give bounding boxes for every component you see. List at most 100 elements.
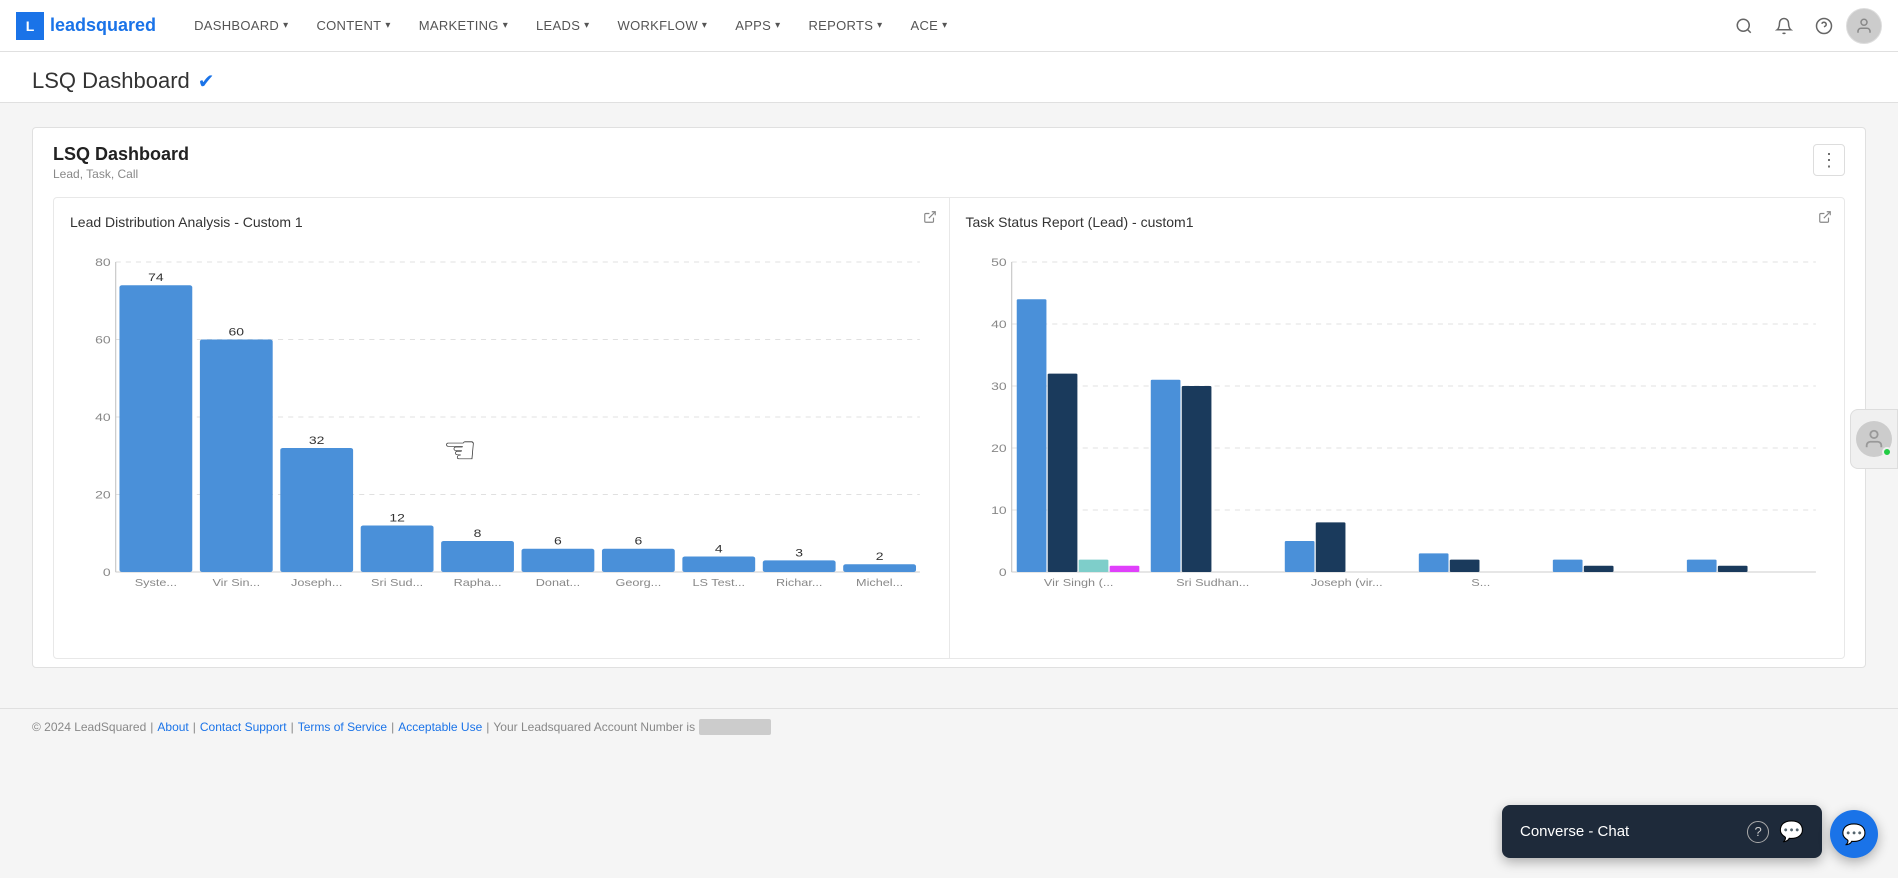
svg-text:12: 12 xyxy=(389,512,405,524)
svg-text:60: 60 xyxy=(229,326,245,338)
footer-sep3: | xyxy=(391,720,394,734)
logo-icon: L xyxy=(16,12,44,40)
side-avatar-image xyxy=(1856,421,1892,457)
svg-text:0: 0 xyxy=(998,566,1006,578)
nav-item-apps[interactable]: APPS ▾ xyxy=(721,0,794,52)
svg-text:32: 32 xyxy=(309,434,325,446)
converse-chat-label: Converse - Chat xyxy=(1520,823,1629,840)
svg-text:4: 4 xyxy=(715,543,723,555)
chevron-down-icon: ▾ xyxy=(385,20,390,31)
logo-letter: L xyxy=(26,18,35,34)
svg-text:50: 50 xyxy=(991,256,1007,268)
page-header: LSQ Dashboard ✔ xyxy=(0,52,1898,103)
dashboard-subtitle: Lead, Task, Call xyxy=(53,167,189,181)
svg-text:10: 10 xyxy=(991,504,1007,516)
chart2-panel: Task Status Report (Lead) - custom1 0 10 2… xyxy=(950,198,1845,658)
svg-text:40: 40 xyxy=(991,318,1007,330)
svg-text:Joseph (vir...: Joseph (vir... xyxy=(1310,578,1382,589)
nav-item-content[interactable]: CONTENT ▾ xyxy=(302,0,404,52)
nav-item-leads[interactable]: LEADS ▾ xyxy=(522,0,603,52)
chevron-down-icon: ▾ xyxy=(584,20,589,31)
svg-text:40: 40 xyxy=(95,411,111,423)
svg-text:Richar...: Richar... xyxy=(776,578,822,589)
footer-account-text: Your Leadsquared Account Number is xyxy=(493,720,695,734)
charts-row: Lead Distribution Analysis - Custom 1 0 2… xyxy=(53,197,1845,659)
svg-text:Vir Singh (...: Vir Singh (... xyxy=(1043,578,1112,589)
svg-text:Donat...: Donat... xyxy=(536,578,580,589)
footer-sep4: | xyxy=(486,720,489,734)
svg-text:6: 6 xyxy=(554,535,562,547)
top-navigation: L leadsquared DASHBOARD ▾CONTENT ▾MARKET… xyxy=(0,0,1898,52)
svg-text:60: 60 xyxy=(95,334,111,346)
dashboard-card: LSQ Dashboard Lead, Task, Call ⋮ Lead Di… xyxy=(32,127,1866,668)
help-button[interactable] xyxy=(1806,8,1842,44)
chart1-bar-chart: 02040608074Syste...60Vir Sin...32Joseph.… xyxy=(70,242,933,622)
nav-item-ace[interactable]: ACE ▾ xyxy=(897,0,962,52)
footer-copyright: © 2024 LeadSquared xyxy=(32,720,146,734)
topnav-icons xyxy=(1726,8,1882,44)
footer-account-number: XXXXXXXX xyxy=(699,719,771,735)
chart1-title: Lead Distribution Analysis - Custom 1 xyxy=(70,214,933,230)
dashboard-card-title: LSQ Dashboard xyxy=(53,144,189,165)
chart1-panel: Lead Distribution Analysis - Custom 1 0 2… xyxy=(54,198,950,658)
svg-text:2: 2 xyxy=(876,551,884,563)
notifications-button[interactable] xyxy=(1766,8,1802,44)
brand-name: leadsquared xyxy=(50,15,156,36)
chevron-down-icon: ▾ xyxy=(503,20,508,31)
more-options-button[interactable]: ⋮ xyxy=(1813,144,1845,176)
footer-acceptable-link[interactable]: Acceptable Use xyxy=(398,720,482,734)
svg-text:8: 8 xyxy=(474,527,482,539)
main-content: LSQ Dashboard Lead, Task, Call ⋮ Lead Di… xyxy=(0,103,1898,708)
svg-text:Georg...: Georg... xyxy=(615,578,661,589)
nav-item-marketing[interactable]: MARKETING ▾ xyxy=(405,0,522,52)
logo[interactable]: L leadsquared xyxy=(16,12,156,40)
nav-menu: DASHBOARD ▾CONTENT ▾MARKETING ▾LEADS ▾WO… xyxy=(180,0,1726,52)
svg-text:Vir Sin...: Vir Sin... xyxy=(212,578,260,589)
svg-text:Rapha...: Rapha... xyxy=(454,578,502,589)
svg-text:3: 3 xyxy=(795,547,803,559)
chevron-down-icon: ▾ xyxy=(702,20,707,31)
nav-item-workflow[interactable]: WORKFLOW ▾ xyxy=(604,0,722,52)
svg-text:Syste...: Syste... xyxy=(135,578,177,589)
svg-text:LS Test...: LS Test... xyxy=(692,578,745,589)
user-avatar-button[interactable] xyxy=(1846,8,1882,44)
search-button[interactable] xyxy=(1726,8,1762,44)
verified-icon: ✔ xyxy=(198,69,215,94)
page-title-row: LSQ Dashboard ✔ xyxy=(32,68,1866,94)
svg-text:20: 20 xyxy=(991,442,1007,454)
nav-item-dashboard[interactable]: DASHBOARD ▾ xyxy=(180,0,302,52)
footer-sep2: | xyxy=(291,720,294,734)
footer: © 2024 LeadSquared | About | Contact Sup… xyxy=(0,708,1898,745)
side-avatar-panel[interactable] xyxy=(1850,409,1898,469)
svg-text:30: 30 xyxy=(991,380,1007,392)
svg-text:Sri Sud...: Sri Sud... xyxy=(371,578,423,589)
svg-text:80: 80 xyxy=(95,256,111,268)
converse-help-icon[interactable]: ? xyxy=(1747,821,1769,843)
svg-text:6: 6 xyxy=(634,535,642,547)
chart2-title: Task Status Report (Lead) - custom1 xyxy=(966,214,1829,230)
svg-text:20: 20 xyxy=(95,489,111,501)
chart1-export-button[interactable] xyxy=(923,210,937,227)
dashboard-info: LSQ Dashboard Lead, Task, Call xyxy=(53,144,189,181)
chart2-bar-chart: 01020304050Vir Singh (...Sri Sudhan...Jo… xyxy=(966,242,1829,622)
svg-text:Michel...: Michel... xyxy=(856,578,903,589)
chevron-down-icon: ▾ xyxy=(775,20,780,31)
footer-separator: | xyxy=(150,720,153,734)
converse-chat-bar[interactable]: Converse - Chat ? 💬 xyxy=(1502,805,1822,858)
brand-suffix: squared xyxy=(86,15,156,35)
nav-item-reports[interactable]: REPORTS ▾ xyxy=(794,0,896,52)
footer-about-link[interactable]: About xyxy=(157,720,188,734)
svg-text:74: 74 xyxy=(148,272,164,284)
footer-contact-link[interactable]: Contact Support xyxy=(200,720,287,734)
footer-sep1: | xyxy=(193,720,196,734)
chevron-down-icon: ▾ xyxy=(877,20,882,31)
dashboard-card-header: LSQ Dashboard Lead, Task, Call ⋮ xyxy=(53,144,1845,181)
chart2-export-button[interactable] xyxy=(1818,210,1832,227)
footer-terms-link[interactable]: Terms of Service xyxy=(298,720,387,734)
chat-bubble-button[interactable]: 💬 xyxy=(1830,810,1878,858)
brand-prefix: lead xyxy=(50,15,86,35)
chevron-down-icon: ▾ xyxy=(942,20,947,31)
svg-text:0: 0 xyxy=(103,566,111,578)
svg-text:S...: S... xyxy=(1471,578,1490,589)
converse-chat-icon[interactable]: 💬 xyxy=(1779,819,1804,844)
